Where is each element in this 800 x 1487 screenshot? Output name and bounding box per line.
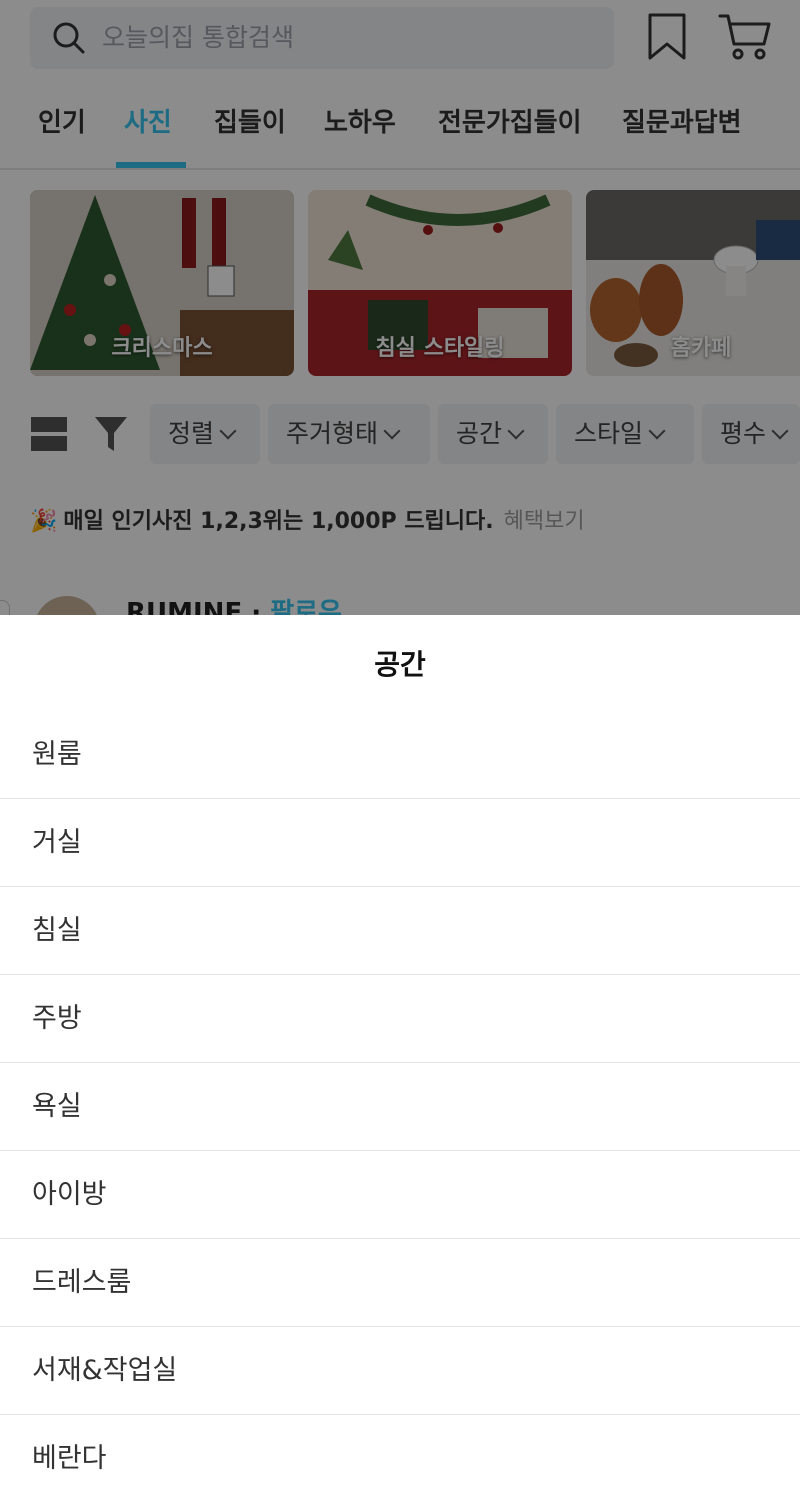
- space-option-kitchen[interactable]: 주방: [0, 975, 800, 1063]
- sheet-title: 공간: [374, 648, 426, 681]
- space-option-balcony[interactable]: 베란다: [0, 1415, 800, 1487]
- space-option-kids-room[interactable]: 아이방: [0, 1151, 800, 1239]
- space-filter-sheet: 공간 원룸 거실 침실 주방 욕실 아이방 드레스룸 서재&작업실 베란다: [0, 615, 800, 1487]
- space-option-bathroom[interactable]: 욕실: [0, 1063, 800, 1151]
- space-option-bedroom[interactable]: 침실: [0, 887, 800, 975]
- space-option-study-workroom[interactable]: 서재&작업실: [0, 1327, 800, 1415]
- space-option-list: 원룸 거실 침실 주방 욕실 아이방 드레스룸 서재&작업실 베란다: [0, 711, 800, 1487]
- space-option-dressing-room[interactable]: 드레스룸: [0, 1239, 800, 1327]
- space-option-living-room[interactable]: 거실: [0, 799, 800, 887]
- space-option-studio[interactable]: 원룸: [0, 711, 800, 799]
